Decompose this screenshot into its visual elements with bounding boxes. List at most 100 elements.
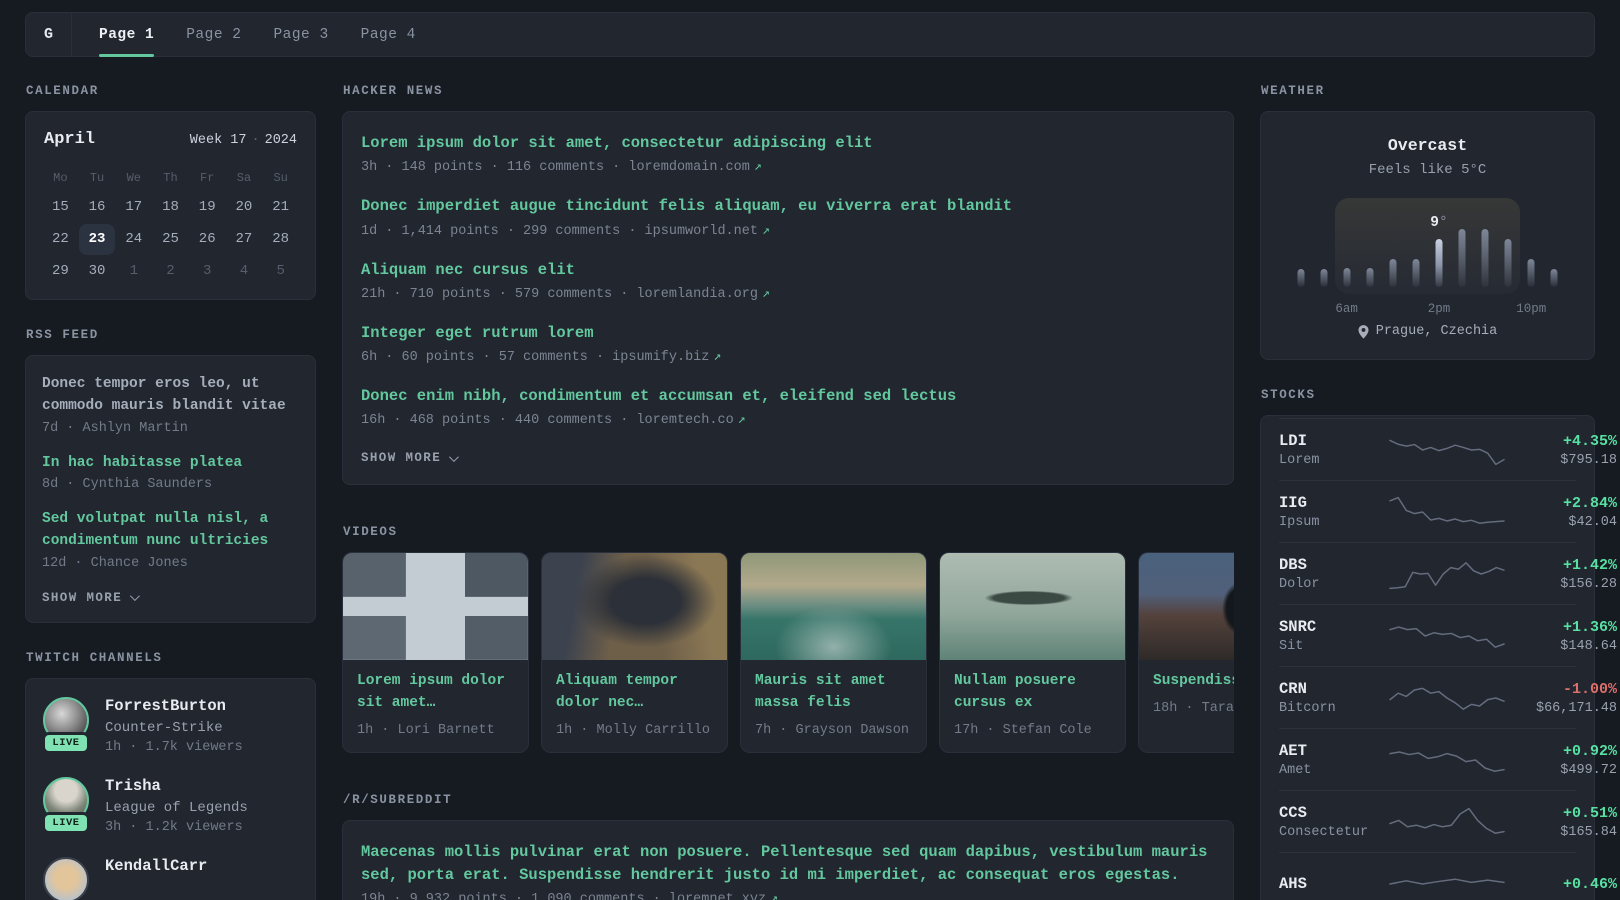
stock-price: $156.28 [1560,576,1617,592]
rss-title-link[interactable]: Sed volutpat nulla nisl, a condimentum n… [42,509,299,553]
weather-card: Overcast Feels like 5°C 6am 9° 2pm 10pm … [1260,111,1595,360]
weather-bar [1343,267,1351,287]
video-card[interactable]: Mauris sit amet massa felis 7h · Grayson… [740,552,927,753]
video-card[interactable]: Lorem ipsum dolor sit amet consectetu… 1… [342,552,529,753]
calendar-day-cell: 23 [78,224,116,255]
weather-hour-label: 2pm [1427,302,1451,316]
stock-identity: AET Amet [1279,742,1387,778]
stock-row[interactable]: CCS Consectetur +0.51% $165.84 [1279,790,1617,852]
news-meta-text: 3h · 148 points · 116 comments · [361,160,629,176]
video-title[interactable]: Mauris sit amet massa felis [755,671,912,715]
calendar-days-grid: 15 16 17 18 19 20 21 22 23 24 25 26 27 28 29 30 1 2 3 4 5 [42,191,299,287]
news-domain-link[interactable]: ipsumworld.net [645,224,758,239]
weather-bar-holder [1451,229,1474,287]
post-domain-link[interactable]: loremnet.xyz [669,892,766,900]
weather-bar-holder [1474,229,1497,287]
calendar-day-header: We [126,171,141,185]
stock-name: Sit [1279,639,1304,654]
calendar-day-cell: 30 [88,263,106,279]
news-item: Aliquam nec cursus elit 21h · 710 points… [361,259,1215,302]
twitch-channel-row[interactable]: KendallCarr [42,856,299,900]
weather-chart: 6am 9° 2pm 10pm [1289,198,1566,316]
separator-dot: · [251,133,260,148]
video-title[interactable]: Lorem ipsum dolor sit amet consectetu… [357,671,514,715]
channel-name[interactable]: Trisha [105,777,248,795]
external-link-icon: ↗ [737,412,746,428]
channel-name[interactable]: KendallCarr [105,857,207,875]
calendar-day-cell: 2 [166,263,175,279]
rss-show-more-button[interactable]: SHOW MORE [42,591,140,605]
news-domain-link[interactable]: loremlandia.org [636,287,758,302]
twitch-channel-row[interactable]: LIVE Trisha League of Legends 3h · 1.2k … [42,776,299,835]
stock-symbol: LDI [1279,432,1307,450]
stock-row[interactable]: CRN Bitcorn -1.00% $66,171.48 [1279,666,1617,728]
calendar-day-header: Fr [200,171,215,185]
news-meta-text: 21h · 710 points · 579 comments · [361,286,637,302]
rss-title-link[interactable]: Donec tempor eros leo, ut commodo mauris… [42,374,299,418]
news-domain-link[interactable]: ipsumify.biz [612,350,709,365]
news-title-link[interactable]: Lorem ipsum dolor sit amet, consectetur … [361,132,1215,155]
weather-bar [1297,269,1305,287]
post-title-link[interactable]: Maecenas mollis pulvinar erat non posuer… [361,841,1215,888]
stock-symbol: CRN [1279,680,1307,698]
video-meta: 7h · Grayson Dawson [755,722,909,738]
stock-row[interactable]: SNRC Sit +1.36% $148.64 [1279,604,1617,666]
video-title[interactable]: Nullam posuere cursus ex [954,671,1111,715]
stock-row[interactable]: AHS +0.46% [1279,852,1617,900]
video-title[interactable]: Suspendisse diam [1153,671,1234,693]
weather-condition: Overcast [1387,136,1468,155]
stock-row[interactable]: DBS Dolor +1.42% $156.28 [1279,542,1617,604]
news-meta: 21h · 710 points · 579 comments · loreml… [361,286,1215,302]
calendar-day-cell: 18 [162,199,179,215]
hackernews-show-more-button[interactable]: SHOW MORE [361,451,459,465]
calendar-title-row: April Week 17 · 2024 [42,128,299,155]
video-card[interactable]: Aliquam tempor dolor nec pharetra… 1h · … [541,552,728,753]
video-title[interactable]: Aliquam tempor dolor nec pharetra… [556,671,713,715]
page-tab[interactable]: Page 2 [186,13,241,56]
stocks-widget: STOCKS LDI Lorem +4.35% $795.18 IIG Ipsu… [1260,388,1617,900]
video-meta: 18h · Tara [1153,701,1234,716]
stock-row[interactable]: AET Amet +0.92% $499.72 [1279,728,1617,790]
chevron-down-icon [449,451,459,462]
channel-name[interactable]: ForrestBurton [105,697,243,715]
location-pin-icon [1358,324,1369,339]
twitch-channel-row[interactable]: LIVE ForrestBurton Counter-Strike 1h · 1… [42,696,299,755]
stock-values: +1.42% $156.28 [1507,557,1617,592]
page-tab[interactable]: Page 4 [361,13,416,56]
videos-header: VIDEOS [343,525,398,540]
twitch-avatar-wrap: LIVE [42,776,90,835]
news-meta: 16h · 468 points · 440 comments · loremt… [361,412,1215,428]
stock-price: $165.84 [1560,824,1617,840]
calendar-day-headers: Mo Tu We Th Fr Sa Su [42,165,299,191]
video-card[interactable]: Suspendisse diam 18h · Tara [1138,552,1234,753]
news-title-link[interactable]: Donec imperdiet augue tincidunt felis al… [361,195,1215,218]
page-tab[interactable]: Page 3 [273,13,328,56]
video-card[interactable]: Nullam posuere cursus ex 17h · Stefan Co… [939,552,1126,753]
video-thumbnail [542,553,727,661]
stock-row[interactable]: IIG Ipsum +2.84% $42.04 [1279,480,1617,542]
calendar-day-cell: 20 [235,199,253,215]
app-logo[interactable]: G [26,13,72,56]
page-tab[interactable]: Page 1 [99,13,155,57]
rss-item: In hac habitasse platea 8d · Cynthia Sau… [42,453,299,493]
news-title-link[interactable]: Donec enim nibh, condimentum et accumsan… [361,385,1215,408]
news-title-link[interactable]: Aliquam nec cursus elit [361,259,1215,282]
twitch-channel-info: KendallCarr [105,857,207,900]
external-link-icon: ↗ [761,222,770,238]
news-item: Integer eget rutrum lorem 6h · 60 points… [361,322,1215,365]
news-title-link[interactable]: Integer eget rutrum lorem [361,322,1215,345]
stock-values: +0.92% $499.72 [1507,743,1617,778]
subreddit-post: Maecenas mollis pulvinar erat non posuer… [361,841,1215,900]
calendar-day-header: Su [273,171,288,185]
calendar-year: 2024 [264,133,297,148]
stock-row[interactable]: LDI Lorem +4.35% $795.18 [1279,418,1617,480]
calendar-week-label: Week 17 [189,133,247,148]
rss-title-link[interactable]: In hac habitasse platea [42,453,299,475]
weather-bar [1504,238,1512,287]
stock-values: +0.51% $165.84 [1507,805,1617,840]
stock-symbol: SNRC [1279,618,1317,636]
weather-bar-holder [1358,229,1381,287]
news-domain-link[interactable]: loremdomain.com [628,160,750,175]
calendar-day-cell: 4 [239,263,249,279]
news-domain-link[interactable]: loremtech.co [636,413,733,428]
